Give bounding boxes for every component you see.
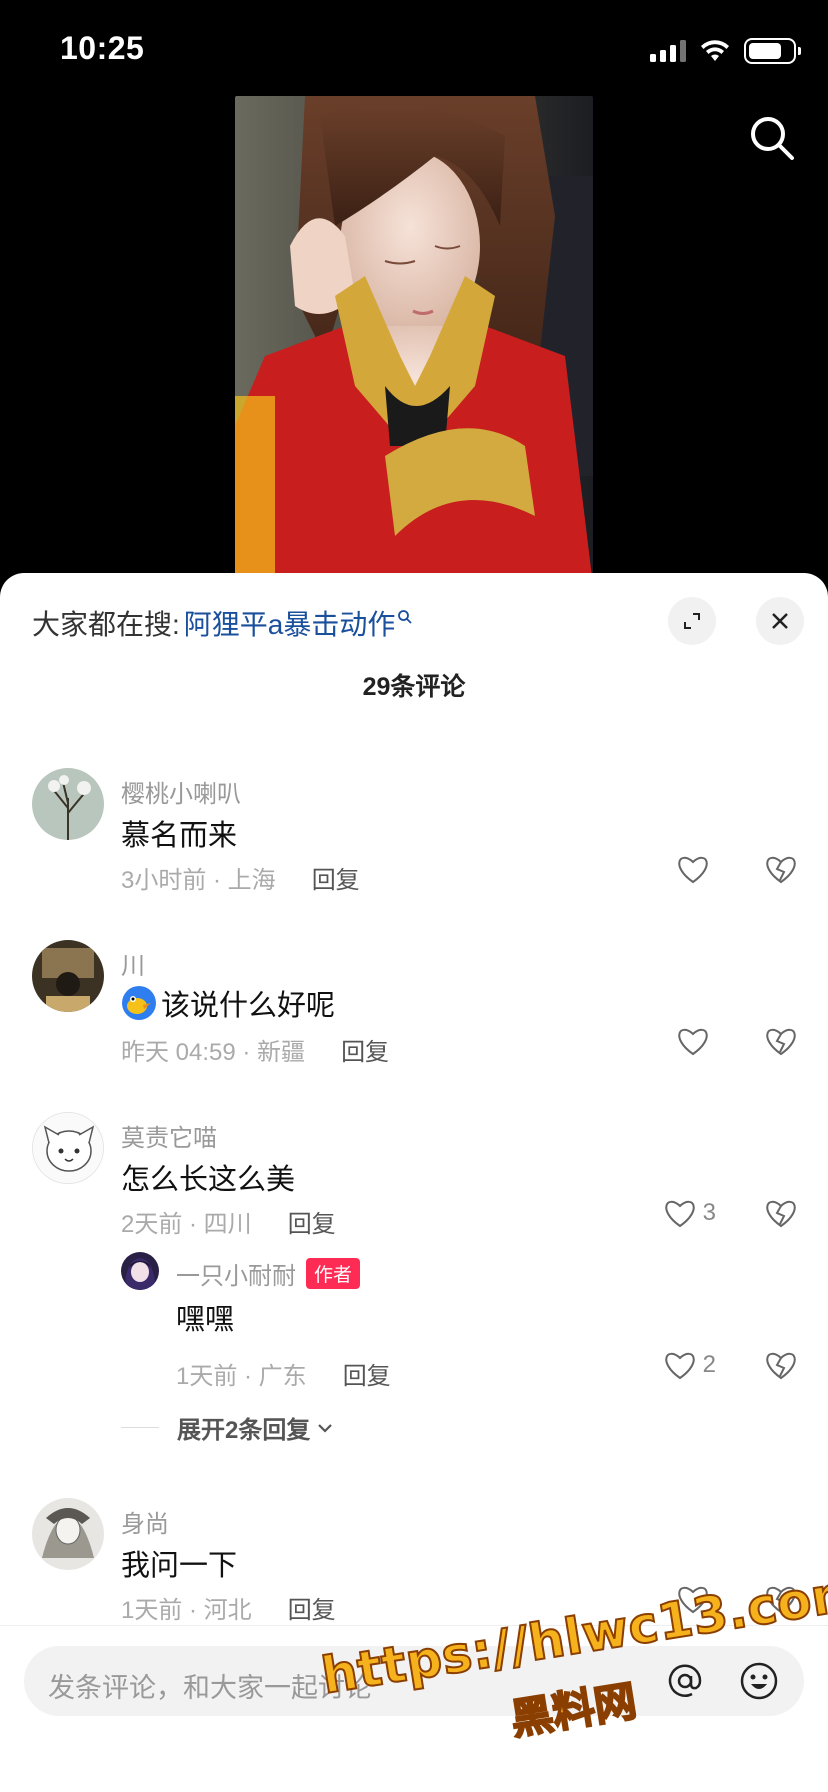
chevron-down-icon — [318, 1423, 333, 1433]
emoji-icon[interactable] — [738, 1660, 780, 1702]
sub-comment-time-location: 1天前 · 广东 — [176, 1363, 307, 1390]
hot-search[interactable]: 大家都在搜: 阿狸平a暴击动作 — [32, 603, 413, 643]
comment-item: 川 该说什么好呢 昨天 04:59 · 新疆 回复 — [0, 940, 828, 1090]
like-button[interactable] — [676, 1584, 716, 1614]
avatar[interactable] — [32, 768, 104, 840]
username[interactable]: 身尚 — [121, 1504, 169, 1539]
comment-text: 慕名而来 — [121, 820, 238, 852]
hot-search-keyword[interactable]: 阿狸平a暴击动作 — [184, 603, 396, 643]
comment-text: 怎么长这么美 — [121, 1164, 296, 1196]
comment-time-location: 2天前 · 四川 — [121, 1211, 252, 1238]
comment-meta: 1天前 · 河北 回复 — [121, 1590, 336, 1625]
comment-meta: 2天前 · 四川 回复 — [121, 1204, 336, 1239]
comment-meta: 昨天 04:59 · 新疆 回复 — [121, 1032, 389, 1067]
close-icon — [772, 613, 788, 629]
avatar[interactable] — [32, 1112, 104, 1184]
comment-input-bar: 发条评论，和大家一起讨论 — [0, 1625, 828, 1792]
sub-username-row: 一只小耐耐 作者 — [176, 1256, 361, 1291]
bird-emoji-icon — [122, 986, 156, 1020]
expand-replies-button[interactable]: 展开2条回复 — [121, 1410, 334, 1445]
video-image — [235, 96, 593, 585]
broken-heart-icon[interactable] — [764, 1026, 798, 1056]
like-count: 3 — [702, 1199, 716, 1226]
comment-text: 该说什么好呢 — [121, 982, 335, 1024]
broken-heart-icon[interactable] — [764, 854, 798, 884]
at-icon[interactable] — [666, 1662, 704, 1700]
heart-icon — [678, 856, 708, 884]
sub-like-button[interactable]: 2 — [663, 1350, 716, 1380]
comment-input[interactable]: 发条评论，和大家一起讨论 — [24, 1646, 804, 1716]
heart-icon — [678, 1028, 708, 1056]
comment-meta: 3小时前 · 上海 回复 — [121, 860, 360, 895]
heart-icon — [664, 1352, 695, 1380]
search-icon[interactable] — [746, 112, 798, 164]
broken-heart-icon[interactable] — [764, 1198, 798, 1228]
like-button[interactable]: 3 — [663, 1198, 716, 1228]
username[interactable]: 川 — [121, 946, 145, 981]
reply-button[interactable]: 回复 — [288, 1204, 336, 1239]
reply-button[interactable]: 回复 — [312, 860, 360, 895]
video-frame[interactable] — [235, 96, 593, 585]
comment-time-location: 昨天 04:59 · 新疆 — [121, 1039, 306, 1066]
expand-icon — [684, 613, 700, 629]
sub-reply-button[interactable]: 回复 — [343, 1356, 391, 1391]
hot-search-prefix: 大家都在搜: — [32, 609, 180, 640]
username[interactable]: 莫责它喵 — [121, 1118, 217, 1153]
sub-like-count: 2 — [702, 1351, 716, 1378]
like-button[interactable] — [676, 1026, 716, 1056]
username[interactable]: 樱桃小喇叭 — [121, 774, 241, 809]
comment-sheet: 大家都在搜: 阿狸平a暴击动作 29条评论 樱桃小喇叭 慕名而来 3小时前 · … — [0, 573, 828, 1792]
sub-comment-meta: 1天前 · 广东 回复 — [176, 1356, 391, 1391]
author-badge: 作者 — [306, 1258, 361, 1289]
mini-search-icon — [398, 610, 412, 624]
sub-username[interactable]: 一只小耐耐 — [176, 1256, 296, 1291]
broken-heart-icon[interactable] — [764, 1584, 798, 1614]
expand-replies-label: 展开2条回复 — [177, 1417, 311, 1444]
sub-comment-text: 嘿嘿 — [176, 1304, 235, 1336]
reply-button[interactable]: 回复 — [341, 1032, 389, 1067]
comment-item: 莫责它喵 怎么长这么美 2天前 · 四川 回复 3 一只小耐耐 作者 嘿嘿 1天… — [0, 1112, 828, 1472]
comment-text: 我问一下 — [121, 1550, 238, 1582]
heart-icon — [664, 1200, 695, 1228]
comment-time-location: 1天前 · 河北 — [121, 1597, 252, 1624]
avatar[interactable] — [32, 940, 104, 1012]
comment-text-body: 该说什么好呢 — [161, 990, 336, 1022]
broken-heart-icon[interactable] — [764, 1350, 798, 1380]
comment-input-placeholder: 发条评论，和大家一起讨论 — [48, 1673, 372, 1703]
divider — [121, 1427, 159, 1428]
like-button[interactable] — [676, 854, 716, 884]
sub-avatar[interactable] — [121, 1252, 159, 1290]
avatar[interactable] — [32, 1498, 104, 1570]
heart-icon — [678, 1586, 708, 1614]
close-button[interactable] — [756, 597, 804, 645]
comment-time-location: 3小时前 · 上海 — [121, 867, 276, 894]
comment-item: 樱桃小喇叭 慕名而来 3小时前 · 上海 回复 — [0, 768, 828, 918]
video-area[interactable] — [0, 0, 828, 585]
expand-button[interactable] — [668, 597, 716, 645]
reply-button[interactable]: 回复 — [288, 1590, 336, 1625]
comment-count: 29条评论 — [362, 673, 466, 701]
